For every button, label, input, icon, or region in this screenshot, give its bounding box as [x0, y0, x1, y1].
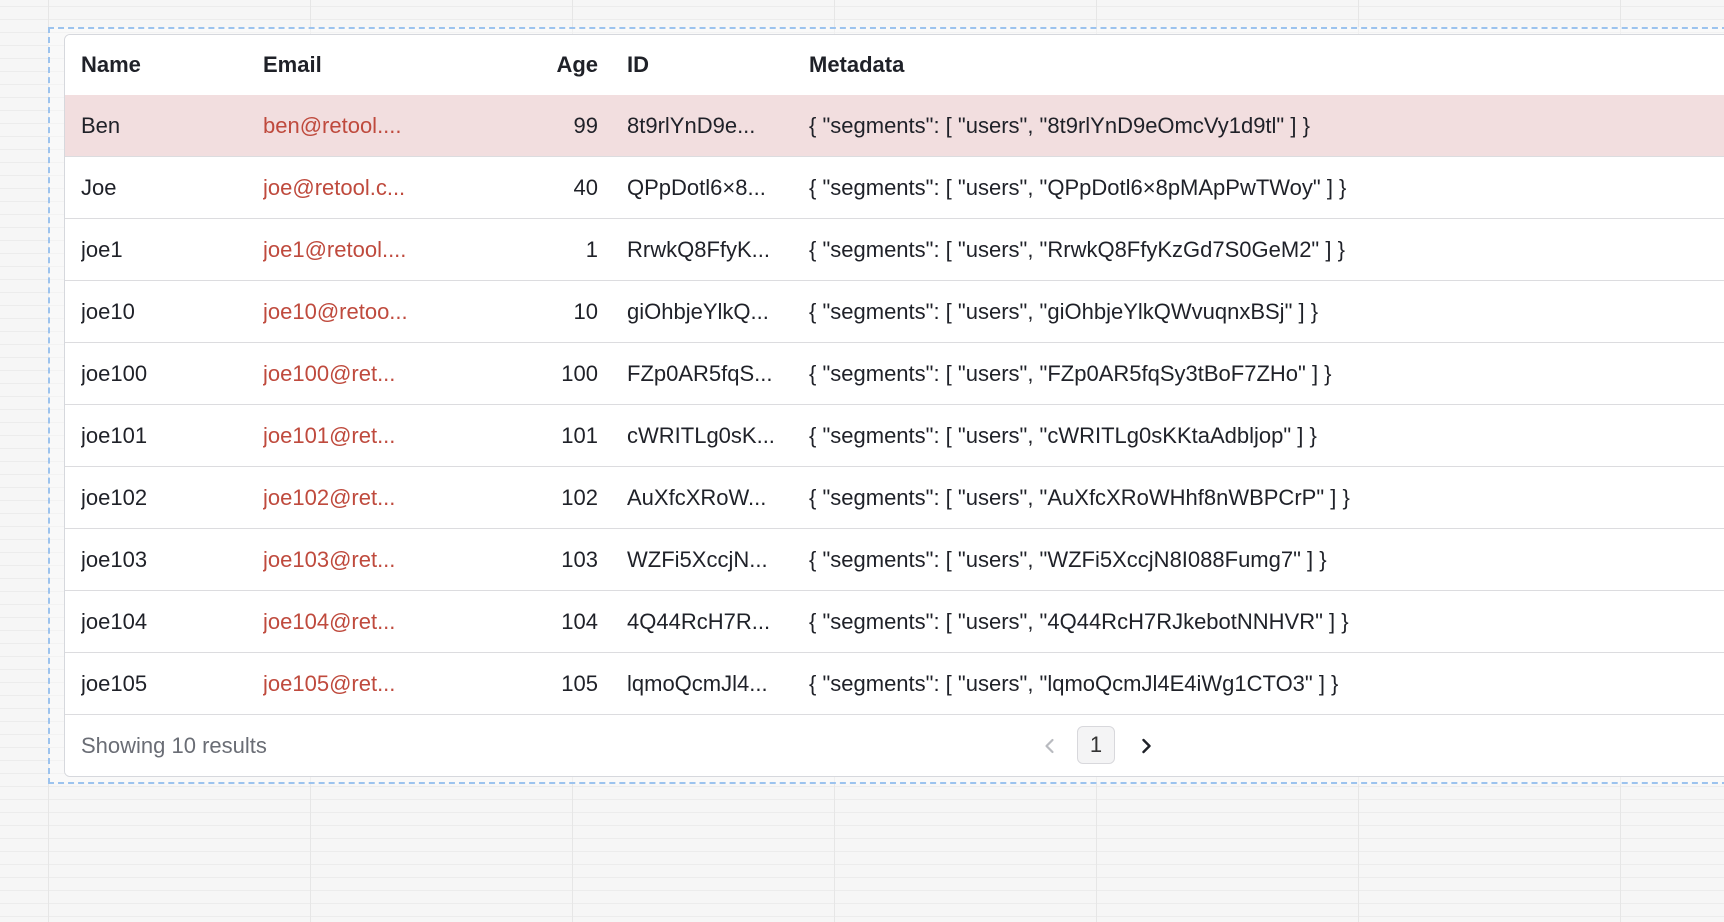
table-row[interactable]: joe103 joe103@ret... 103 WZFi5XccjN... { "se… [65, 529, 1724, 591]
table-footer: Showing 10 results 1 [65, 716, 1724, 776]
cell-age: 99 [573, 113, 598, 138]
cell-name: Ben [81, 113, 121, 138]
page-number-button[interactable]: 1 [1077, 726, 1115, 764]
users-table: Name Email Age ID Metadata Ben ben@retool… [64, 34, 1724, 777]
column-header-age[interactable]: Age [505, 35, 598, 95]
cell-name: joe102 [81, 485, 148, 510]
cell-email-link[interactable]: joe1@retool.... [263, 219, 419, 281]
cell-metadata: { "segments": [ "users", "FZp0AR5fqSy3tB… [809, 361, 1332, 386]
cell-id: cWRITLg0sK... [627, 423, 775, 448]
table-row[interactable]: joe105 joe105@ret... 105 lqmoQcmJl4... { "se… [65, 653, 1724, 715]
column-header-id[interactable]: ID [627, 35, 649, 95]
table-row[interactable]: Joe joe@retool.c... 40 QPpDotl6×8... { "segm… [65, 157, 1724, 219]
cell-email-link[interactable]: joe100@ret... [263, 343, 419, 405]
cell-email-link[interactable]: joe105@ret... [263, 653, 419, 715]
table-body: Ben ben@retool.... 99 8t9rlYnD9e... { "segme… [65, 95, 1724, 715]
cell-id: WZFi5XccjN... [627, 547, 768, 572]
cell-age: 10 [573, 299, 598, 324]
column-header-metadata[interactable]: Metadata [809, 35, 904, 95]
cell-metadata: { "segments": [ "users", "RrwkQ8FfyKzGd7… [809, 237, 1345, 262]
cell-id: lqmoQcmJl4... [627, 671, 768, 696]
table-row[interactable]: joe10 joe10@retoo... 10 giOhbjeYlkQ... { "se… [65, 281, 1724, 343]
cell-name: joe104 [81, 609, 148, 634]
cell-metadata: { "segments": [ "users", "AuXfcXRoWHhf8n… [809, 485, 1350, 510]
table-row[interactable]: joe102 joe102@ret... 102 AuXfcXRoW... { "seg… [65, 467, 1724, 529]
result-count: Showing 10 results [81, 733, 267, 758]
table-row[interactable]: Ben ben@retool.... 99 8t9rlYnD9e... { "segme… [65, 95, 1724, 157]
cell-name: joe10 [81, 299, 135, 324]
cell-email-link[interactable]: joe102@ret... [263, 467, 419, 529]
cell-name: joe105 [81, 671, 148, 696]
cell-age: 101 [561, 423, 598, 448]
cell-metadata: { "segments": [ "users", "cWRITLg0sKKtaA… [809, 423, 1317, 448]
cell-email-link[interactable]: joe101@ret... [263, 405, 419, 467]
cell-age: 105 [561, 671, 598, 696]
cell-email-link[interactable]: joe@retool.c... [263, 157, 419, 219]
cell-name: Joe [81, 175, 117, 200]
cell-metadata: { "segments": [ "users", "4Q44RcH7RJkebo… [809, 609, 1349, 634]
cell-name: joe101 [81, 423, 148, 448]
cell-age: 103 [561, 547, 598, 572]
chevron-right-icon[interactable] [1136, 736, 1156, 756]
cell-name: joe103 [81, 547, 148, 572]
table-row[interactable]: joe101 joe101@ret... 101 cWRITLg0sK... { "se… [65, 405, 1724, 467]
chevron-left-icon[interactable] [1040, 736, 1060, 756]
cell-id: QPpDotl6×8... [627, 175, 766, 200]
cell-age: 104 [561, 609, 598, 634]
cell-id: 4Q44RcH7R... [627, 609, 771, 634]
cell-email-link[interactable]: joe103@ret... [263, 529, 419, 591]
cell-age: 102 [561, 485, 598, 510]
column-header-email[interactable]: Email [263, 35, 322, 95]
table-row[interactable]: joe100 joe100@ret... 100 FZp0AR5fqS... { "se… [65, 343, 1724, 405]
cell-age: 40 [573, 175, 598, 200]
cell-email-link[interactable]: ben@retool.... [263, 95, 419, 157]
cell-id: giOhbjeYlkQ... [627, 299, 769, 324]
cell-name: joe1 [81, 237, 123, 262]
cell-id: AuXfcXRoW... [627, 485, 767, 510]
cell-email-link[interactable]: joe10@retoo... [263, 281, 419, 343]
cell-age: 1 [585, 237, 598, 262]
table-row[interactable]: joe1 joe1@retool.... 1 RrwkQ8FfyK... { "segm… [65, 219, 1724, 281]
column-header-name[interactable]: Name [81, 35, 141, 95]
cell-age: 100 [561, 361, 598, 386]
cell-metadata: { "segments": [ "users", "lqmoQcmJl4E4iW… [809, 671, 1339, 696]
table-row[interactable]: joe104 joe104@ret... 104 4Q44RcH7R... { "seg… [65, 591, 1724, 653]
cell-id: 8t9rlYnD9e... [627, 113, 756, 138]
cell-email-link[interactable]: joe104@ret... [263, 591, 419, 653]
cell-metadata: { "segments": [ "users", "8t9rlYnD9eOmcV… [809, 113, 1310, 138]
cell-metadata: { "segments": [ "users", "QPpDotl6×8pMAp… [809, 175, 1347, 200]
table-header-row: Name Email Age ID Metadata [65, 35, 1724, 96]
cell-id: RrwkQ8FfyK... [627, 237, 771, 262]
cell-metadata: { "segments": [ "users", "WZFi5XccjN8I08… [809, 547, 1327, 572]
cell-metadata: { "segments": [ "users", "giOhbjeYlkQWvu… [809, 299, 1319, 324]
cell-name: joe100 [81, 361, 148, 386]
cell-id: FZp0AR5fqS... [627, 361, 773, 386]
